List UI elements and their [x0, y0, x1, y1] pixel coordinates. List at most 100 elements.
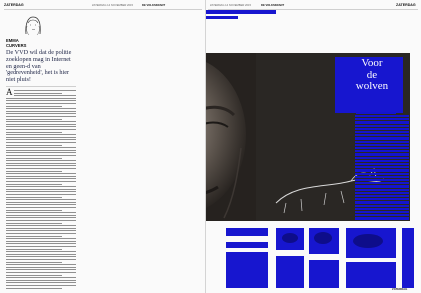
text-line: [6, 136, 76, 138]
masthead-date-right: ZATERDAG 14 NOVEMBER 2015: [210, 4, 252, 7]
redaction-block: [226, 252, 268, 288]
redaction-bar: [355, 163, 409, 166]
text-line: [6, 279, 76, 281]
text-line: [6, 121, 76, 123]
text-line: [6, 126, 76, 128]
text-line: [6, 129, 76, 130]
text-line: [6, 261, 62, 263]
text-line: [6, 199, 76, 201]
text-line: [6, 131, 62, 133]
left-newspaper-page: ZATERDAG ZATERDAG 14 NOVEMBER 2015 DE VO…: [0, 0, 206, 293]
text-line: [6, 157, 62, 159]
redaction-bar: [355, 140, 409, 143]
text-line: [6, 144, 62, 146]
redaction-bar: [355, 143, 409, 146]
text-line: [6, 147, 76, 149]
redaction-bar: [356, 112, 396, 114]
redaction-bar: [355, 147, 409, 150]
redaction-bar: [355, 172, 409, 175]
text-line: [6, 152, 76, 154]
redaction-block: [276, 256, 304, 288]
redaction-block: [226, 242, 268, 248]
masthead-rule: [4, 9, 202, 10]
headline-rule: [6, 86, 76, 87]
text-line: [6, 264, 76, 266]
redaction-bar: [355, 191, 409, 194]
columnist-name-line2: CURVERS: [6, 43, 27, 48]
text-line: [6, 209, 62, 211]
text-line: [6, 282, 76, 284]
redaction-bar: [355, 217, 409, 220]
text-line: [6, 233, 76, 234]
text-line: [6, 123, 76, 125]
columnist-portrait: [22, 14, 44, 36]
text-line: [6, 191, 76, 193]
text-line: [6, 113, 76, 115]
text-line: [6, 212, 76, 214]
text-line: [6, 277, 76, 279]
redaction-block: [206, 16, 238, 19]
text-line: [6, 201, 76, 203]
text-line: [6, 227, 76, 229]
redaction-bar: [355, 188, 409, 191]
text-line: [6, 155, 76, 156]
redaction-mark: [314, 232, 332, 244]
redaction-bar: [355, 115, 409, 118]
text-line: [6, 246, 76, 247]
footer-label: ZATERDAG: [392, 287, 408, 291]
text-line: [6, 222, 62, 224]
text-line: [6, 181, 76, 182]
redaction-bar: [355, 118, 409, 121]
text-line: [6, 160, 76, 162]
redaction-bar: [355, 124, 409, 127]
redaction-block: [226, 228, 268, 236]
column-headline: De VVD wil dat de politie zoeklopen mag …: [6, 49, 72, 84]
text-line: [6, 116, 76, 117]
text-line: [6, 274, 62, 276]
masthead-section: ZATERDAG: [4, 3, 24, 7]
drop-cap: A: [6, 87, 13, 97]
redaction-mark: [353, 234, 383, 248]
text-line: [6, 217, 76, 219]
text-line: [6, 259, 76, 260]
text-line: [6, 238, 76, 240]
text-line: [6, 142, 76, 143]
text-line: [6, 266, 76, 268]
text-line: [6, 243, 76, 245]
redaction-bar: [355, 156, 409, 159]
redaction-bar: [355, 166, 409, 169]
text-line: [6, 287, 62, 289]
text-line: [6, 139, 76, 141]
text-line: [6, 165, 76, 167]
redaction-bar: [355, 169, 409, 172]
text-line: [6, 214, 76, 216]
text-line: [6, 188, 76, 190]
text-line: [6, 186, 76, 188]
redaction-bar: [355, 150, 409, 153]
redaction-bar: [355, 182, 409, 185]
text-line: [6, 170, 62, 172]
text-line: [6, 118, 62, 120]
text-line: [6, 183, 62, 185]
text-line: [6, 207, 76, 208]
redaction-bar: [355, 179, 409, 182]
text-line: [6, 204, 76, 206]
redaction-block: [402, 228, 414, 288]
redaction-bar: [355, 214, 409, 217]
text-line: [14, 95, 76, 97]
redaction-bar: [355, 131, 409, 134]
redaction-block: [206, 10, 276, 14]
text-line: [14, 90, 76, 91]
text-line: [6, 230, 76, 232]
text-line: [6, 225, 76, 227]
masthead-paper-right: DE VOLKSKRANT: [261, 4, 285, 7]
text-line: [6, 194, 76, 195]
redaction-bar: [355, 134, 409, 137]
text-line: [6, 149, 76, 151]
text-line: [6, 162, 76, 164]
text-line: [6, 173, 76, 175]
redaction-bar: [355, 127, 409, 130]
text-line: [6, 105, 62, 107]
redaction-bar: [355, 211, 409, 214]
text-line: [6, 134, 76, 136]
